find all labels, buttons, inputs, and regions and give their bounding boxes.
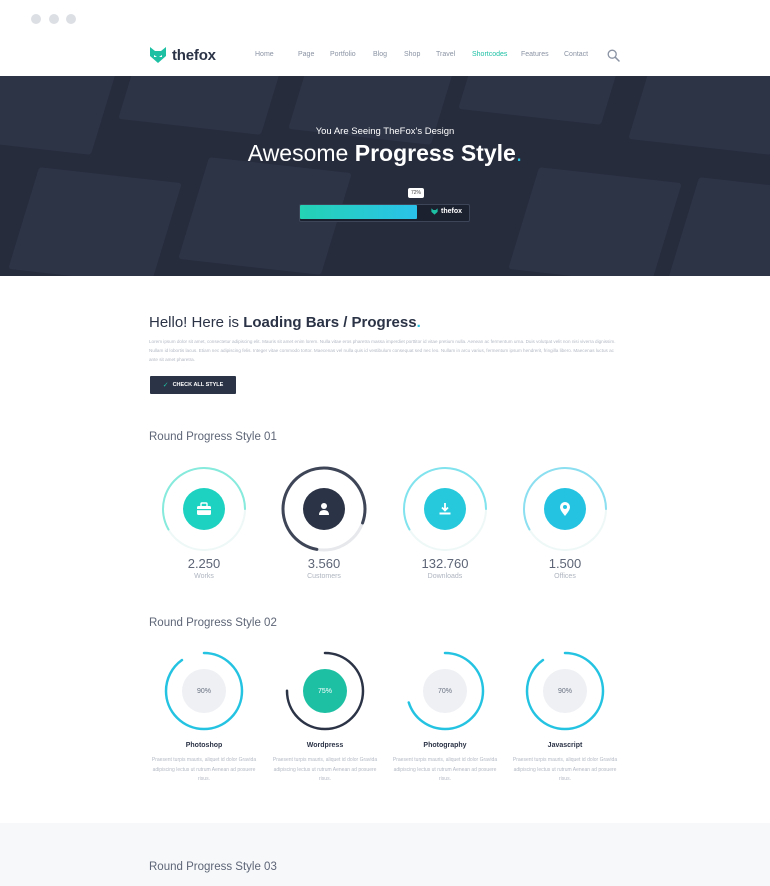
- style03-section: [0, 823, 770, 886]
- skill-description: Praesent turpis mauris, aliquet id dolor…: [512, 757, 618, 782]
- search-icon[interactable]: [607, 49, 620, 67]
- percent-value: 90%: [557, 687, 572, 695]
- window-chrome: [0, 0, 770, 38]
- progress-logo: thefox: [431, 208, 462, 215]
- percent-badge: 75%: [303, 669, 347, 713]
- check-icon: ✓: [162, 382, 169, 389]
- style01-title: Round Progress Style 01: [149, 431, 277, 443]
- style02-title: Round Progress Style 02: [149, 617, 277, 629]
- user-badge: [303, 488, 345, 530]
- check-all-style-button[interactable]: ✓ CHECK ALL STYLE: [150, 376, 236, 394]
- skill-description: Praesent turpis mauris, aliquet id dolor…: [392, 757, 498, 782]
- percent-value: 75%: [317, 687, 332, 695]
- intro-title-light: Hello! Here is: [149, 314, 240, 331]
- intro-title: Hello! Here is Loading Bars / Progress.: [149, 314, 421, 331]
- hero-title-light: Awesome: [247, 140, 349, 166]
- stat-value: 2.250: [187, 556, 221, 571]
- download-badge: [424, 488, 466, 530]
- progress-tooltip: 72%: [408, 188, 425, 198]
- location-pin-icon: [559, 501, 571, 517]
- briefcase-badge: [183, 488, 225, 530]
- nav-item-shop[interactable]: Shop: [404, 51, 420, 58]
- nav-item-blog[interactable]: Blog: [373, 51, 387, 58]
- logo-text: thefox: [172, 46, 216, 64]
- nav-item-home[interactable]: Home: [255, 51, 274, 58]
- stat-value: 3.560: [307, 556, 341, 571]
- hero-title: Awesome Progress Style.: [0, 140, 770, 167]
- hero-title-dot: .: [515, 140, 523, 166]
- skill-title: Photography: [423, 742, 467, 749]
- percent-badge: 70%: [423, 669, 467, 713]
- intro-paragraph: Lorem ipsum dolor sit amet, consectetur …: [149, 339, 616, 362]
- hero-title-bold: Progress Style: [354, 140, 516, 166]
- stat-label: Offices: [554, 573, 576, 580]
- check-all-style-label: CHECK ALL STYLE: [172, 382, 224, 388]
- window-dot: [49, 14, 59, 24]
- user-icon: [318, 502, 330, 516]
- skill-title: Photoshop: [185, 742, 223, 749]
- intro-title-dot: .: [416, 314, 421, 331]
- skill-description: Praesent turpis mauris, aliquet id dolor…: [272, 757, 378, 782]
- hero-background-tile: [508, 167, 682, 276]
- skill-description: Praesent turpis mauris, aliquet id dolor…: [151, 757, 257, 782]
- window-dot: [66, 14, 76, 24]
- fox-logo-icon: [431, 208, 438, 215]
- nav-item-shortcodes[interactable]: Shortcodes: [472, 51, 507, 58]
- round-progress-01-downloads: [400, 464, 490, 554]
- hero-background-tile: [458, 76, 632, 125]
- stat-label: Downloads: [427, 573, 463, 580]
- stat-label: Customers: [307, 573, 341, 580]
- site-logo[interactable]: thefox: [149, 46, 216, 64]
- skill-title: Javascript: [547, 742, 583, 749]
- hero-progress-bar: 72% thefox: [299, 188, 470, 222]
- round-progress-02-javascript: 90%: [523, 649, 607, 733]
- style03-title: Round Progress Style 03: [149, 861, 277, 873]
- progress-fill: [300, 205, 417, 219]
- stat-value: 1.500: [548, 556, 582, 571]
- nav-item-travel[interactable]: Travel: [436, 51, 455, 58]
- briefcase-icon: [196, 502, 212, 516]
- nav-item-contact[interactable]: Contact: [564, 51, 588, 58]
- nav-item-page[interactable]: Page: [298, 51, 314, 58]
- percent-badge: 90%: [182, 669, 226, 713]
- percent-value: 70%: [437, 687, 452, 695]
- nav-item-features[interactable]: Features: [521, 51, 549, 58]
- window-dot: [31, 14, 41, 24]
- site-header: thefox Home Page Portfolio Blog Shop Travel Sh…: [0, 38, 770, 76]
- download-icon: [438, 502, 452, 516]
- hero-background-tile: [8, 167, 182, 276]
- round-progress-02-photography: 70%: [403, 649, 487, 733]
- hero-background-tile: [668, 177, 770, 276]
- location-pin-badge: [544, 488, 586, 530]
- percent-value: 90%: [196, 687, 211, 695]
- round-progress-01-works: [159, 464, 249, 554]
- stat-label: Works: [194, 573, 214, 580]
- progress-logo-text: thefox: [441, 208, 462, 215]
- nav-item-portfolio[interactable]: Portfolio: [330, 51, 356, 58]
- skill-title: Wordpress: [306, 742, 344, 749]
- intro-title-bold: Loading Bars / Progress: [243, 314, 417, 331]
- stat-value: 132.760: [421, 556, 469, 571]
- round-progress-01-offices: [520, 464, 610, 554]
- hero-banner: You Are Seeing TheFox's Design Awesome P…: [0, 76, 770, 276]
- round-progress-01-customers: [279, 464, 369, 554]
- round-progress-02-wordpress: 75%: [283, 649, 367, 733]
- hero-subtitle: You Are Seeing TheFox's Design: [315, 126, 455, 137]
- fox-logo-icon: [150, 47, 166, 63]
- round-progress-02-photoshop: 90%: [162, 649, 246, 733]
- percent-badge: 90%: [543, 669, 587, 713]
